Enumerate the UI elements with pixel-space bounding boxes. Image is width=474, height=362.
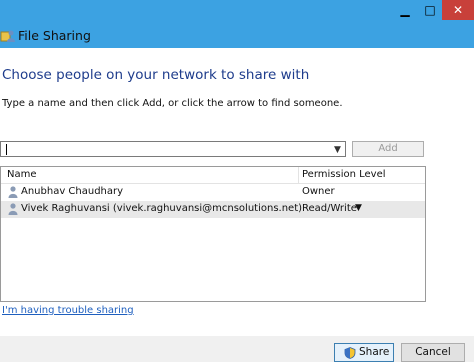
chevron-down-icon[interactable]: ▼ — [334, 145, 341, 155]
close-button[interactable]: ✕ — [442, 0, 474, 20]
cancel-button[interactable]: Cancel — [401, 343, 465, 362]
user-name: Anubhav Chaudhary — [21, 186, 124, 197]
chevron-down-icon[interactable]: ▼ — [355, 203, 362, 213]
list-header: Name Permission Level — [1, 167, 425, 184]
column-header-name[interactable]: Name — [7, 169, 37, 180]
shield-icon — [344, 347, 356, 359]
maximize-button[interactable]: □ — [418, 0, 442, 20]
file-sharing-icon — [0, 30, 15, 42]
list-item[interactable]: Anubhav Chaudhary Owner — [1, 184, 425, 201]
sharing-list: Name Permission Level Anubhav Chaudhary … — [0, 166, 426, 302]
trouble-sharing-link[interactable]: I'm having trouble sharing — [2, 305, 134, 316]
add-button[interactable]: Add — [352, 141, 424, 157]
permission-level: Owner — [302, 186, 335, 197]
column-divider[interactable] — [298, 167, 299, 183]
page-heading: Choose people on your network to share w… — [2, 67, 310, 83]
column-header-permission[interactable]: Permission Level — [302, 169, 386, 180]
share-button[interactable]: Share — [334, 343, 394, 362]
minimize-button[interactable]: ▁ — [392, 0, 418, 20]
instruction-text: Type a name and then click Add, or click… — [2, 98, 343, 109]
user-icon — [8, 186, 18, 198]
title-bar: ▁ □ ✕ File Sharing — [0, 0, 474, 48]
user-icon — [8, 203, 18, 215]
text-caret — [6, 144, 7, 155]
list-item[interactable]: Vivek Raghuvansi (vivek.raghuvansi@mcnso… — [1, 201, 425, 218]
permission-dropdown[interactable]: Read/Write — [302, 203, 357, 214]
share-label: Share — [359, 346, 390, 358]
name-input[interactable]: ▼ — [0, 141, 346, 157]
window-title: File Sharing — [18, 28, 91, 43]
user-name: Vivek Raghuvansi (vivek.raghuvansi@mcnso… — [21, 203, 303, 214]
